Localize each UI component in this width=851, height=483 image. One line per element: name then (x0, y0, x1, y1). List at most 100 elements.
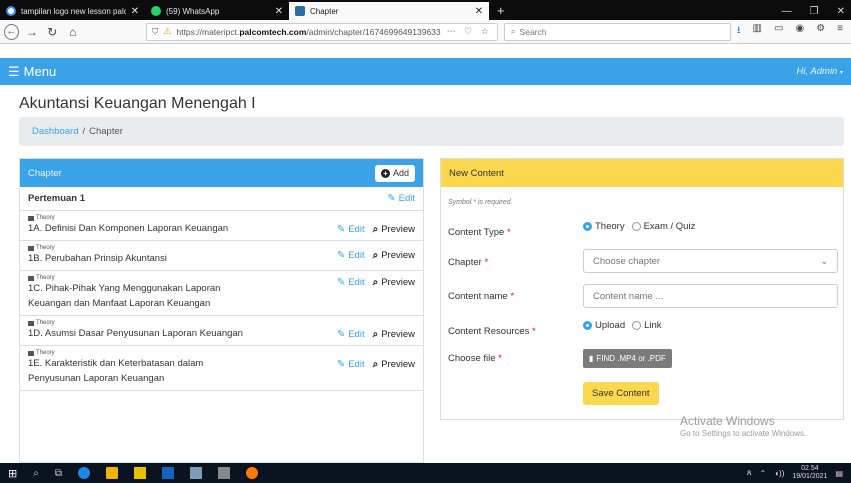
content-title: 1E. Karakteristik dan Keterbatasan dalam… (28, 358, 204, 384)
toolbar-icons: ⭳ ▥ ▭ ◉ ⚙ ≡ (737, 23, 847, 40)
menu-button[interactable]: ☰ Menu (8, 64, 56, 80)
extension-icon[interactable]: ◉ (795, 23, 804, 40)
page-title: Akuntansi Keuangan Menengah I (19, 95, 256, 112)
file-explorer-icon[interactable] (105, 467, 118, 479)
library-icon[interactable]: ▥ (753, 23, 762, 40)
system-tray: ጸ ⌃ ◖)) 02.54 19/01/2021 ▤ (747, 465, 843, 481)
download-icon[interactable]: ⭳ (737, 23, 741, 40)
find-file-button[interactable]: ▮ FIND .MP4 or .PDF (583, 349, 672, 368)
theory-icon (28, 320, 34, 326)
address-bar[interactable]: ⛉ ⚠ https://materipct.palcomtech.com/adm… (146, 22, 498, 41)
preview-button[interactable]: ⌕ Preview (373, 250, 415, 261)
whatsapp-icon (151, 6, 161, 16)
windows-start-icon[interactable]: ⊞ (8, 467, 17, 480)
search-icon: ⌕ (372, 277, 379, 288)
content-type-radio-group: Theory Exam / Quiz (583, 221, 695, 232)
app-header: ☰ Menu Hi, Admin ▾ (0, 58, 851, 85)
preview-button[interactable]: ⌕ Preview (373, 359, 415, 370)
edit-button[interactable]: ✎ Edit (337, 329, 365, 340)
notification-icon[interactable]: ▤ (835, 469, 843, 478)
new-tab-button[interactable]: + (489, 2, 513, 20)
url-text[interactable]: https://materipct.palcomtech.com/admin/c… (176, 27, 441, 37)
store-icon[interactable] (133, 467, 146, 479)
tab-chapter[interactable]: Chapter ✕ (289, 2, 489, 20)
addon-icon[interactable]: ⚙ (816, 23, 825, 40)
people-icon[interactable]: ጸ (747, 468, 752, 478)
app-icon[interactable] (217, 467, 230, 479)
breadcrumb-current: Chapter (89, 126, 123, 137)
preview-button[interactable]: ⌕ Preview (373, 224, 415, 235)
list-item: Theory 1A. Definisi Dan Komponen Laporan… (20, 211, 423, 241)
maximize-icon[interactable]: ❐ (810, 6, 819, 17)
edit-button[interactable]: ✎ Edit (337, 359, 365, 370)
google-icon (6, 6, 16, 16)
new-content-header: New Content (441, 159, 843, 187)
new-content-panel: New Content Symbol * is required. Conten… (440, 158, 844, 420)
search-icon: ⌕ (510, 26, 516, 36)
theory-icon (28, 350, 34, 356)
preview-button[interactable]: ⌕ Preview (373, 329, 415, 340)
edit-button[interactable]: ✎ Edit (337, 250, 365, 261)
task-view-icon[interactable]: ⧉ (55, 468, 62, 479)
save-content-button[interactable]: Save Content (583, 382, 659, 405)
list-item: Theory 1C. Pihak-Pihak Yang Menggunakan … (20, 271, 423, 316)
edit-button[interactable]: ✎ Edit (337, 277, 365, 288)
overflow-menu-icon[interactable]: ≡ (837, 23, 843, 40)
list-item: Theory 1D. Asumsi Dasar Penyusunan Lapor… (20, 316, 423, 346)
user-menu[interactable]: Hi, Admin ▾ (797, 66, 843, 77)
home-icon[interactable]: ⌂ (66, 25, 80, 39)
breadcrumb-dashboard[interactable]: Dashboard (32, 126, 78, 137)
theory-icon (28, 245, 34, 251)
chevron-up-icon[interactable]: ⌃ (760, 469, 767, 478)
close-window-icon[interactable]: ✕ (837, 6, 845, 17)
mail-icon[interactable] (161, 467, 174, 479)
content-title: 1C. Pihak-Pihak Yang Menggunakan Laporan… (28, 283, 221, 309)
activate-windows-watermark: Activate Windows Go to Settings to activ… (680, 414, 807, 438)
theory-icon (28, 275, 34, 281)
meeting-row: Pertemuan 1 ✎ Edit (20, 187, 423, 211)
close-icon[interactable]: ✕ (275, 6, 283, 17)
meeting-title: Pertemuan 1 (28, 193, 86, 204)
edit-icon: ✎ (336, 359, 346, 370)
add-button[interactable]: + Add (374, 164, 415, 182)
forward-icon[interactable]: → (25, 25, 39, 39)
preview-button[interactable]: ⌕ Preview (373, 277, 415, 288)
content-title: 1B. Perubahan Prinsip Akuntansi (28, 253, 167, 264)
lock-warning-icon[interactable]: ⚠ (163, 26, 171, 37)
breadcrumb-separator: / (82, 126, 86, 137)
volume-icon[interactable]: ◖)) (774, 469, 784, 478)
search-input[interactable]: ⌕ Search (503, 22, 732, 41)
radio-link[interactable] (632, 321, 642, 330)
search-icon: ⌕ (372, 359, 379, 370)
tab-whatsapp[interactable]: (59) WhatsApp ✕ (145, 2, 289, 20)
tab-lesson-logo[interactable]: tampilan logo new lesson palc ✕ (0, 2, 145, 20)
back-icon[interactable]: ← (4, 23, 19, 40)
clock[interactable]: 02.54 19/01/2021 (792, 465, 827, 481)
content-type-label: Content Type * (448, 227, 511, 238)
minimize-icon[interactable]: — (782, 6, 792, 17)
close-icon[interactable]: ✕ (131, 6, 139, 17)
content-name-input[interactable]: Content name ... (583, 284, 838, 308)
app-icon[interactable] (189, 467, 202, 479)
radio-exam-quiz[interactable] (631, 222, 641, 231)
tab-title: tampilan logo new lesson palc (21, 6, 126, 16)
browser-nav-bar: ← → ↻ ⌂ ⛉ ⚠ https://materipct.palcomtech… (0, 20, 851, 44)
reload-icon[interactable]: ↻ (45, 25, 59, 39)
search-icon[interactable]: ⌕ (33, 468, 39, 479)
edge-browser-icon[interactable] (77, 467, 90, 479)
edit-button[interactable]: ✎ Edit (337, 224, 365, 235)
close-icon[interactable]: ✕ (475, 6, 483, 17)
edit-icon: ✎ (336, 250, 346, 261)
radio-upload[interactable] (583, 321, 592, 330)
radio-theory[interactable] (583, 222, 592, 231)
breadcrumb: Dashboard / Chapter (19, 117, 844, 146)
chapter-select[interactable]: Choose chapter ⌄ (583, 249, 838, 273)
chapter-panel-header: Chapter + Add (20, 159, 423, 187)
edit-icon: ✎ (387, 193, 396, 204)
edit-meeting-button[interactable]: ✎ Edit (387, 193, 415, 204)
content-name-label: Content name * (448, 291, 515, 302)
shield-icon: ⛉ (152, 26, 159, 36)
firefox-icon[interactable] (245, 467, 258, 479)
reader-icon[interactable]: ▭ (774, 23, 783, 40)
page-actions-icon[interactable]: ⋯ ♡ ☆ (447, 26, 492, 37)
